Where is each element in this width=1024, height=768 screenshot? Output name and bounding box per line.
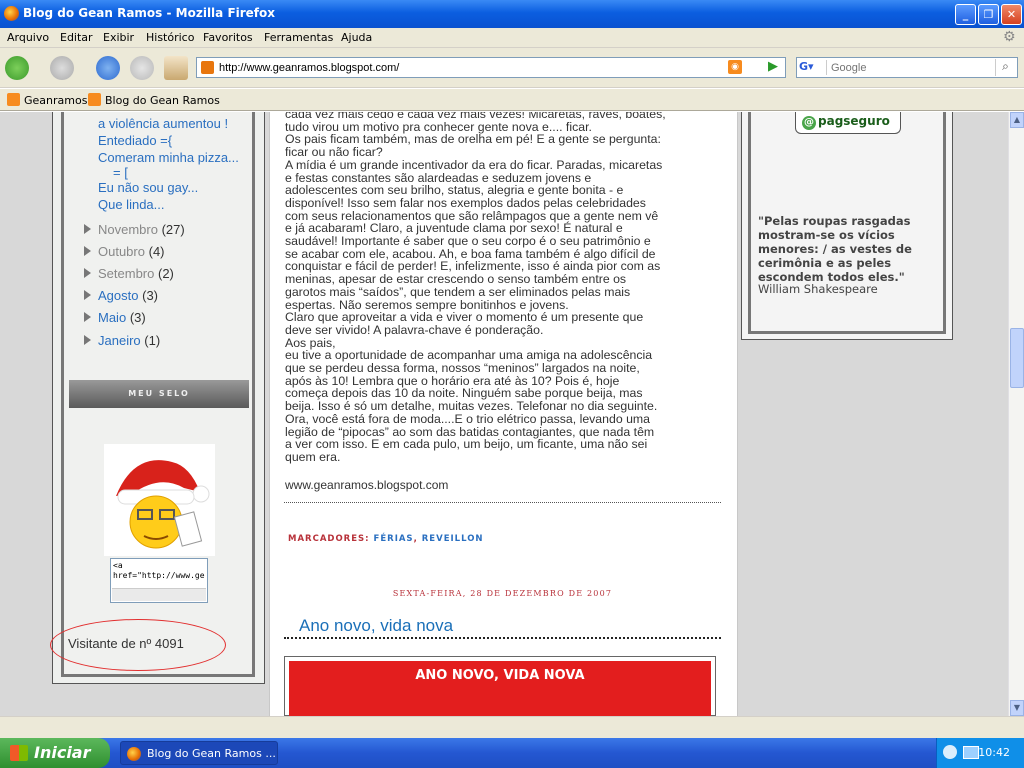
system-tray: 10:42 <box>936 738 1024 768</box>
feed-icon <box>7 93 20 106</box>
site-favicon <box>201 61 214 74</box>
post-labels: MARCADORES: FÉRIAS, REVEILLON <box>288 534 484 544</box>
post-link[interactable]: Eu não sou gay... <box>98 180 198 195</box>
archive-item-setembro[interactable]: Setembro (2) <box>84 266 174 281</box>
bookmark-blog[interactable]: Blog do Gean Ramos <box>88 93 220 107</box>
selo-header: MEU SELO <box>69 380 249 408</box>
post-body: cada vez mais cedo e cada vez mais vezes… <box>285 112 666 464</box>
maximize-button[interactable]: ❐ <box>978 4 999 25</box>
window-title: Blog do Gean Ramos - Mozilla Firefox <box>23 6 276 20</box>
bookmarks-toolbar: Geanramos Blog do Gean Ramos <box>0 89 1024 111</box>
reload-icon[interactable] <box>96 56 120 80</box>
tray-arrow-icon[interactable] <box>943 745 957 759</box>
archive-item-janeiro[interactable]: Janeiro (1) <box>84 333 160 348</box>
menu-exibir[interactable]: Exibir <box>103 31 134 44</box>
expand-arrow-icon[interactable] <box>84 224 91 234</box>
menu-arquivo[interactable]: Arquivo <box>7 31 49 44</box>
throbber-icon: ⚙ <box>1003 29 1016 45</box>
stop-icon[interactable] <box>130 56 154 80</box>
google-engine-icon[interactable]: G▾ <box>799 60 827 75</box>
menu-bar: Arquivo Editar Exibir Histórico Favorito… <box>0 28 1024 48</box>
quote-text: "Pelas roupas rasgadas mostram-se os víc… <box>758 214 912 284</box>
title-underline <box>284 637 721 639</box>
url-input[interactable] <box>219 59 699 76</box>
feed-icon <box>88 93 101 106</box>
quote-author: William Shakespeare <box>758 282 878 296</box>
post-link[interactable]: a violência aumentou ! <box>98 116 228 131</box>
search-bar[interactable]: G▾ ⌕ <box>796 57 1018 78</box>
post-image[interactable]: ANO NOVO, VIDA NOVA <box>284 656 716 716</box>
search-input[interactable] <box>831 59 981 76</box>
scroll-thumb[interactable] <box>1010 328 1024 388</box>
bookmark-geanramos[interactable]: Geanramos <box>7 93 87 107</box>
post-link[interactable]: Entediado ={ <box>98 133 172 148</box>
firefox-icon <box>127 747 141 761</box>
post-link[interactable]: Comeram minha pizza... <box>98 150 239 165</box>
post-image-banner: ANO NOVO, VIDA NOVA <box>289 661 711 716</box>
go-icon[interactable]: ▶ <box>768 60 782 74</box>
scroll-up-arrow-icon[interactable]: ▲ <box>1010 112 1024 128</box>
taskbar-firefox-window[interactable]: Blog do Gean Ramos ... <box>120 741 278 765</box>
menu-editar[interactable]: Editar <box>60 31 93 44</box>
post-link[interactable]: Que linda... <box>98 197 165 212</box>
menu-ajuda[interactable]: Ajuda <box>341 31 372 44</box>
search-icon[interactable]: ⌕ <box>995 59 1015 76</box>
home-icon[interactable] <box>164 56 188 80</box>
pagseguro-badge[interactable]: @ pagseguro <box>795 112 901 134</box>
address-bar[interactable] <box>196 57 786 78</box>
windows-taskbar: Iniciar Blog do Gean Ramos ... 10:42 <box>0 738 1024 768</box>
expand-arrow-icon[interactable] <box>84 335 91 345</box>
red-highlight-ellipse <box>50 619 226 671</box>
post-title-link[interactable]: Ano novo, vida nova <box>299 616 453 636</box>
selo-code-textarea[interactable]: <a href="http://www.ge <box>110 558 208 603</box>
rss-icon[interactable]: ◉ <box>728 60 742 74</box>
label-ferias[interactable]: FÉRIAS <box>374 534 414 544</box>
back-icon[interactable] <box>5 56 29 80</box>
forward-icon[interactable] <box>50 56 74 80</box>
selo-image[interactable] <box>104 444 215 556</box>
menu-historico[interactable]: Histórico <box>146 31 194 44</box>
page-scrollbar[interactable]: ▲ ▼ <box>1008 112 1024 716</box>
archive-item-outubro[interactable]: Outubro (4) <box>84 244 165 259</box>
page-viewport: a violência aumentou ! Entediado ={ Come… <box>0 112 1008 716</box>
post-site-url: www.geanramos.blogspot.com <box>285 478 449 492</box>
post-link[interactable]: = [ <box>113 165 128 180</box>
clock: 10:42 <box>978 746 1010 759</box>
network-icon[interactable] <box>963 746 979 759</box>
close-button[interactable]: ✕ <box>1001 4 1022 25</box>
post-date-header: SEXTA-FEIRA, 28 DE DEZEMBRO DE 2007 <box>392 589 613 598</box>
post-divider <box>284 502 721 503</box>
expand-arrow-icon[interactable] <box>84 312 91 322</box>
window-titlebar: Blog do Gean Ramos - Mozilla Firefox _ ❐… <box>0 0 1024 28</box>
archive-item-maio[interactable]: Maio (3) <box>84 310 146 325</box>
expand-arrow-icon[interactable] <box>84 268 91 278</box>
horizontal-scrollbar[interactable] <box>112 588 206 601</box>
scroll-down-arrow-icon[interactable]: ▼ <box>1010 700 1024 716</box>
archive-item-agosto[interactable]: Agosto (3) <box>84 288 158 303</box>
menu-favoritos[interactable]: Favoritos <box>203 31 253 44</box>
status-bar <box>0 716 1024 738</box>
label-reveillon[interactable]: REVEILLON <box>422 534 484 544</box>
start-button[interactable]: Iniciar <box>0 738 110 768</box>
firefox-icon <box>4 6 19 21</box>
archive-item-novembro[interactable]: Novembro (27) <box>84 222 185 237</box>
expand-arrow-icon[interactable] <box>84 246 91 256</box>
minimize-button[interactable]: _ <box>955 4 976 25</box>
navigation-toolbar: ◉ ▶ G▾ ⌕ <box>0 48 1024 88</box>
expand-arrow-icon[interactable] <box>84 290 91 300</box>
windows-logo-icon <box>10 745 28 761</box>
menu-ferramentas[interactable]: Ferramentas <box>264 31 333 44</box>
pagseguro-logo-icon: @ <box>802 116 816 130</box>
